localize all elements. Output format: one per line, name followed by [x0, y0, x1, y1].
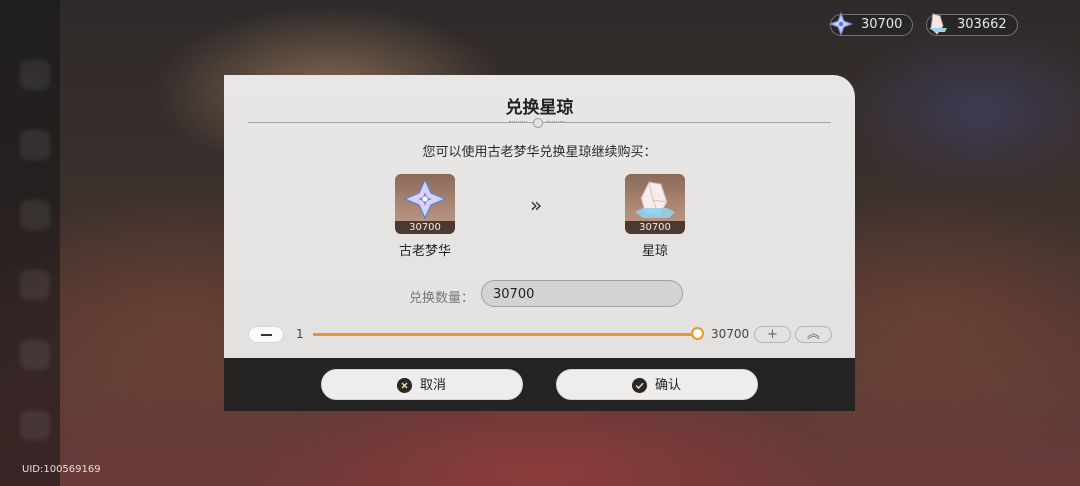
exchange-dialog: 兑换星琼 您可以使用古老梦华兑换星琼继续购买： 30700 古老梦华 » 307…	[224, 75, 855, 411]
ancient-dream-icon	[403, 178, 447, 220]
user-id: UID:100569169	[22, 464, 101, 475]
dreams-currency-pill[interactable]: 30700	[828, 11, 914, 37]
quantity-slider[interactable]	[313, 327, 704, 340]
double-chevron-right-icon: »	[530, 193, 543, 217]
menu-blob	[20, 200, 50, 230]
quantity-input[interactable]: 30700	[481, 280, 683, 307]
jade-value: 303662	[957, 17, 1007, 32]
close-icon	[397, 378, 412, 393]
confirm-label: 确认	[655, 378, 682, 393]
menu-blob	[20, 130, 50, 160]
dialog-body: 兑换星琼 您可以使用古老梦华兑换星琼继续购买： 30700 古老梦华 » 307…	[224, 75, 855, 358]
ancient-dream-icon	[828, 11, 854, 37]
increase-button[interactable]: +	[754, 326, 791, 343]
slider-min-value: 1	[296, 327, 304, 341]
item-quantity: 30700	[395, 221, 455, 234]
menu-blob	[20, 270, 50, 300]
menu-blob	[20, 410, 50, 440]
stellar-jade-icon	[929, 13, 947, 35]
slider-thumb[interactable]	[691, 327, 704, 340]
divider-ornament	[533, 118, 543, 128]
plus-icon: +	[767, 327, 778, 342]
dialog-footer	[224, 358, 855, 411]
jade-currency-pill[interactable]: 303662	[926, 13, 1018, 36]
stellar-jade-label: 星琼	[641, 244, 668, 259]
dialog-subtitle: 您可以使用古老梦华兑换星琼继续购买：	[422, 145, 657, 160]
decrease-button[interactable]	[248, 326, 284, 343]
dialog-title: 兑换星琼	[505, 98, 574, 118]
check-icon	[632, 378, 647, 393]
divider-ornament	[547, 121, 565, 125]
ancient-dream-item-card[interactable]: 30700	[395, 174, 455, 234]
max-button[interactable]: ︽	[795, 326, 832, 343]
confirm-button[interactable]: 确认	[556, 369, 758, 400]
slider-fill	[313, 333, 697, 336]
stellar-jade-item-card[interactable]: 30700	[625, 174, 685, 234]
menu-blob	[20, 60, 50, 90]
divider-ornament	[509, 121, 527, 125]
menu-blob	[20, 340, 50, 370]
dreams-value: 30700	[861, 17, 903, 32]
stellar-jade-icon	[635, 181, 675, 218]
quantity-label: 兑换数量：	[408, 291, 474, 306]
slider-max-value: 30700	[711, 327, 750, 341]
double-chevron-up-icon: ︽	[806, 327, 820, 342]
item-quantity: 30700	[625, 221, 685, 234]
cancel-button[interactable]: 取消	[321, 369, 523, 400]
ancient-dream-label: 古老梦华	[398, 244, 451, 259]
cancel-label: 取消	[420, 378, 447, 393]
